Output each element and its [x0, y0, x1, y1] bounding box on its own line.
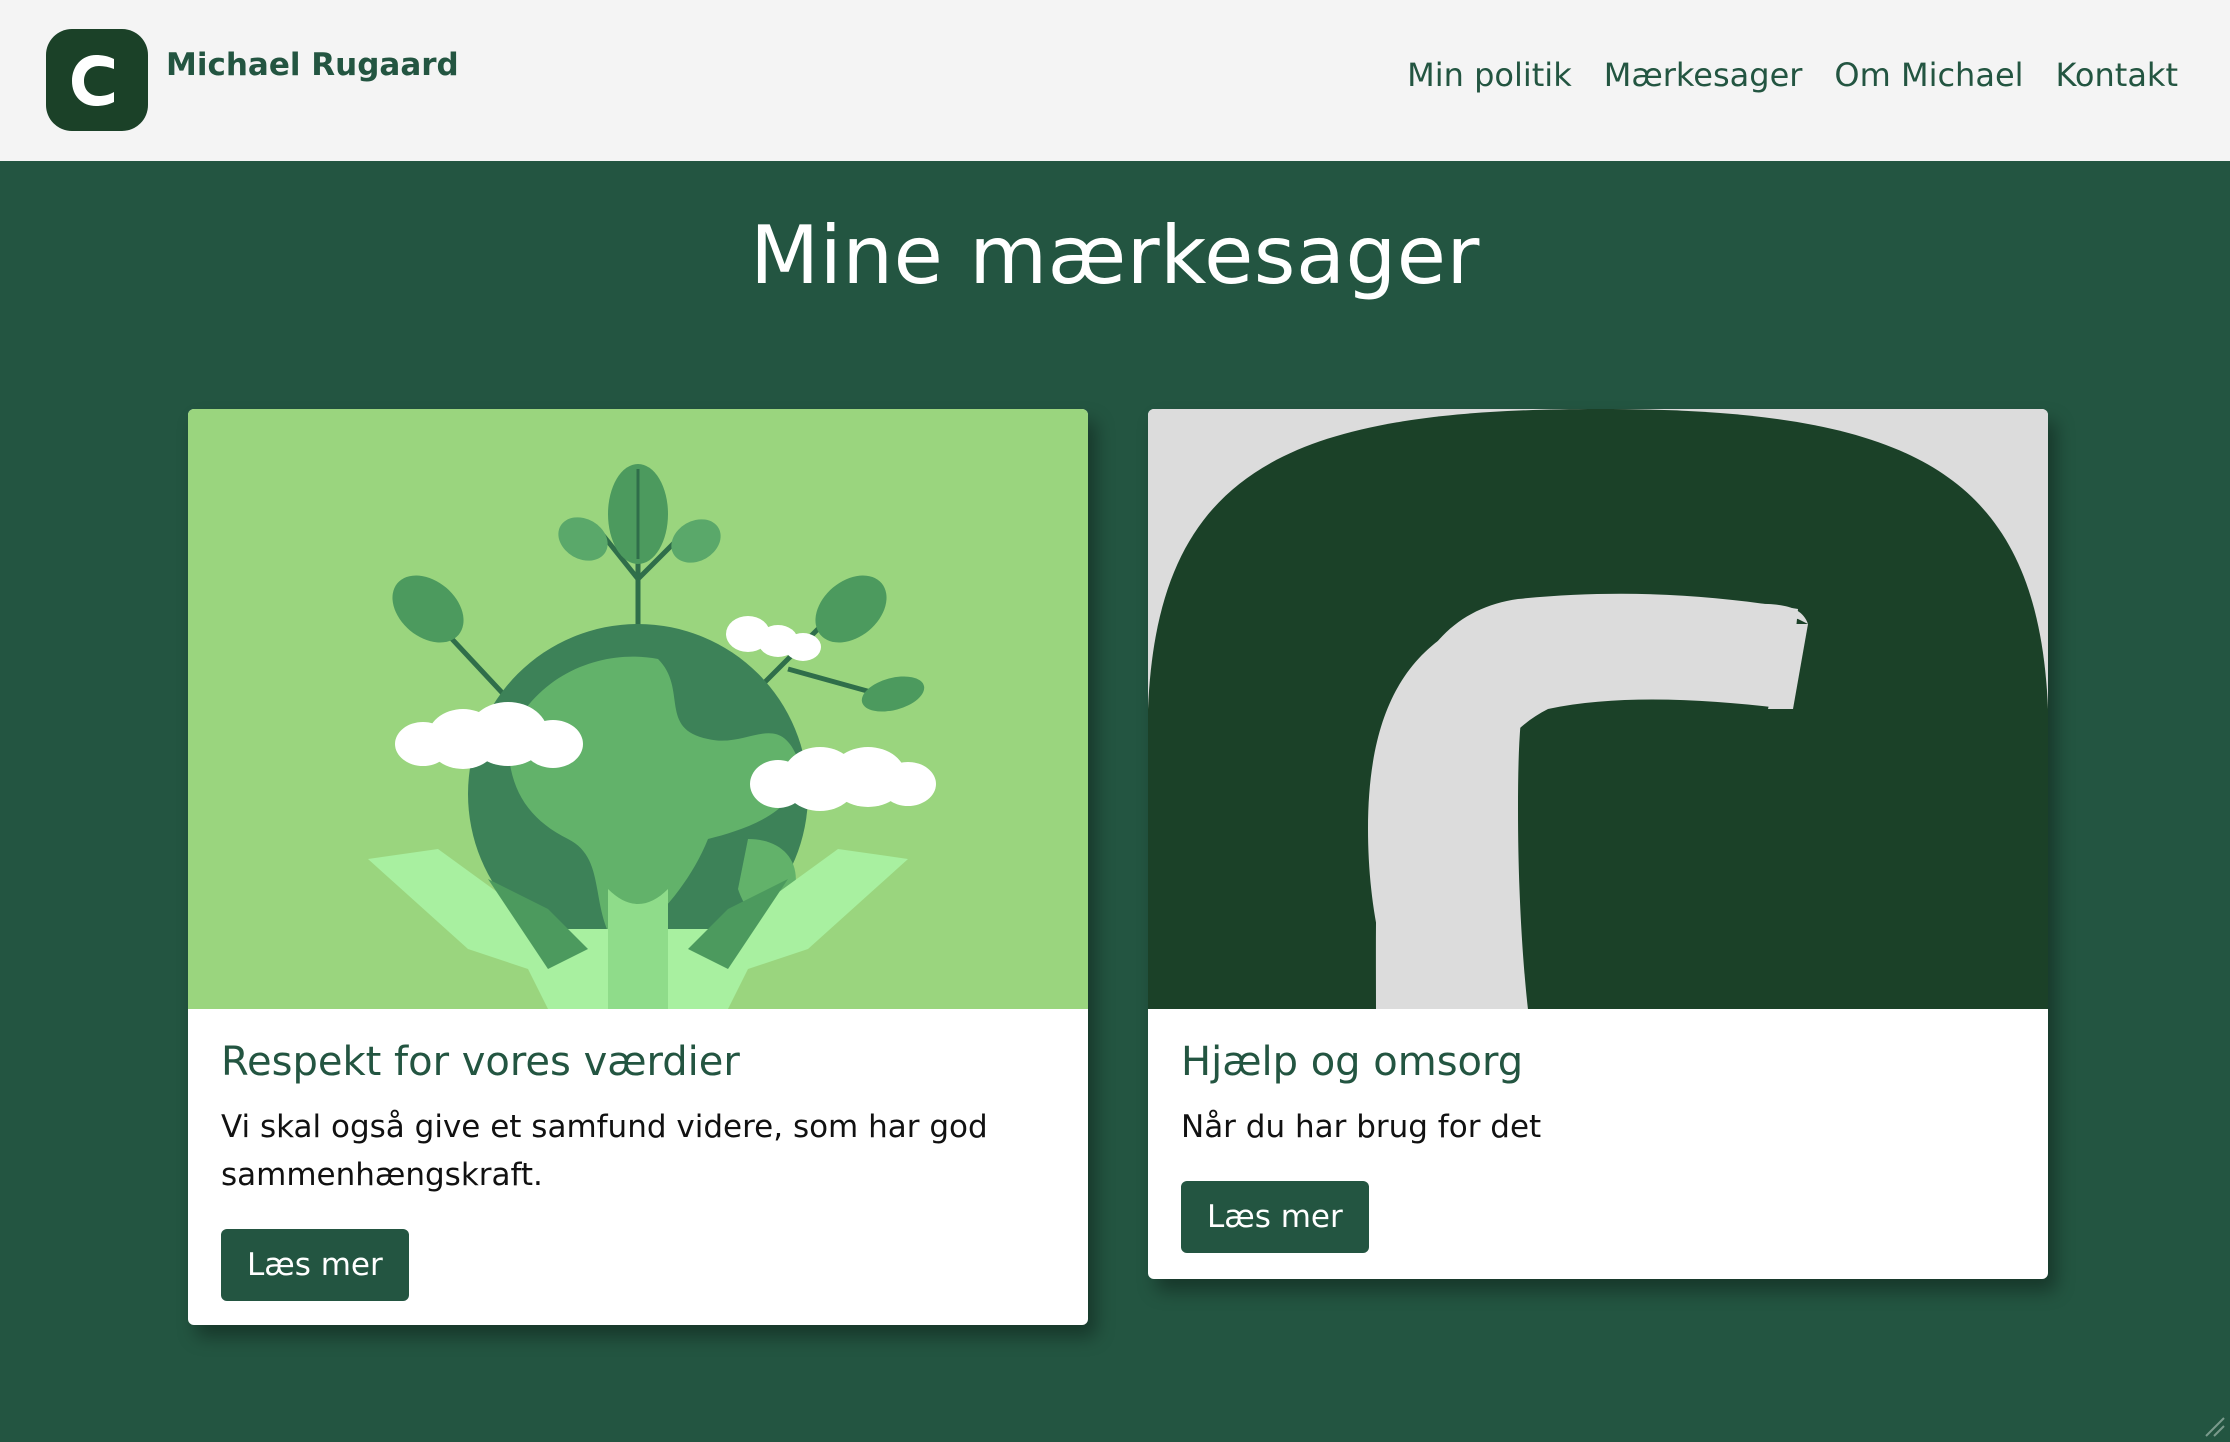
- brand-name: Michael Rugaard: [166, 47, 459, 83]
- card-body: Hjælp og omsorg Når du har brug for det …: [1148, 1009, 2048, 1279]
- laes-mer-button[interactable]: Læs mer: [221, 1229, 409, 1301]
- card-title: Respekt for vores værdier: [221, 1039, 740, 1085]
- nav-item-kontakt: Kontakt: [2056, 56, 2178, 94]
- maerkesager-section: Mine mærkesager Respekt for vores værdie…: [0, 161, 2230, 1442]
- section-title: Mine mærkesager: [750, 209, 1480, 302]
- c-logo-icon: [46, 29, 148, 131]
- card-title: Hjælp og omsorg: [1181, 1039, 1524, 1085]
- card-body: Respekt for vores værdier Vi skal også g…: [188, 1009, 1088, 1325]
- main-nav: Min politik Mærkesager Om Michael Kontak…: [1407, 56, 2178, 94]
- card-hjaelp: Hjælp og omsorg Når du har brug for det …: [1148, 409, 2048, 1279]
- nav-link-kontakt[interactable]: Kontakt: [2056, 56, 2178, 94]
- c-logo-illustration: [1148, 409, 2048, 1009]
- earth-in-hands-illustration: [188, 409, 1088, 1009]
- laes-mer-button[interactable]: Læs mer: [1181, 1181, 1369, 1253]
- nav-link-om-michael[interactable]: Om Michael: [1834, 56, 2023, 94]
- nav-link-maerkesager[interactable]: Mærkesager: [1604, 56, 1803, 94]
- nav-item-min-politik: Min politik: [1407, 56, 1572, 94]
- nav-item-om-michael: Om Michael: [1834, 56, 2023, 94]
- brand-link[interactable]: Michael Rugaard: [46, 29, 459, 131]
- card-respekt: Respekt for vores værdier Vi skal også g…: [188, 409, 1088, 1325]
- nav-link-min-politik[interactable]: Min politik: [1407, 56, 1572, 94]
- nav-item-maerkesager: Mærkesager: [1604, 56, 1803, 94]
- site-header: Michael Rugaard Min politik Mærkesager O…: [0, 0, 2230, 161]
- resize-grip-icon[interactable]: [2200, 1412, 2226, 1438]
- card-text: Når du har brug for det: [1181, 1109, 1542, 1145]
- card-text: Vi skal også give et samfund videre, som…: [221, 1109, 988, 1193]
